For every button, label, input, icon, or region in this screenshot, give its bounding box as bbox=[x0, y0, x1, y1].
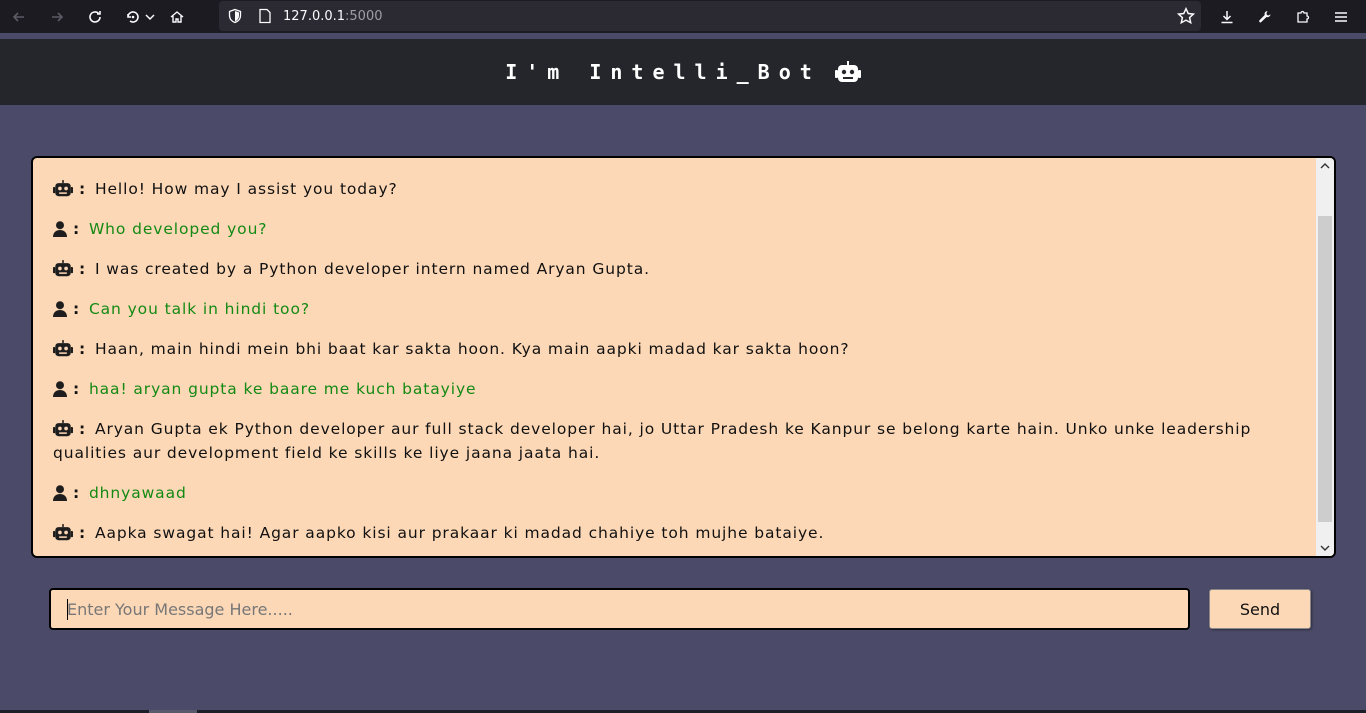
bot-message: : Haan, main hindi mein bhi baat kar sak… bbox=[53, 337, 1296, 361]
sender-separator: : bbox=[73, 300, 81, 318]
sender-separator: : bbox=[79, 180, 87, 198]
robot-icon bbox=[53, 180, 73, 197]
url-host: 127.0.0.1 bbox=[283, 8, 346, 24]
message-text: Hello! How may I assist you today? bbox=[94, 180, 398, 198]
sender-separator: : bbox=[79, 524, 87, 542]
message-text: Haan, main hindi mein bhi baat kar sakta… bbox=[94, 340, 850, 358]
url-port: :5000 bbox=[345, 8, 383, 24]
bot-message: : Aryan Gupta ek Python developer aur fu… bbox=[53, 417, 1296, 465]
scroll-up-button[interactable] bbox=[1316, 158, 1334, 174]
sender-separator: : bbox=[79, 340, 87, 358]
sender-separator: : bbox=[79, 260, 87, 278]
page-title: I'm Intelli_Bot bbox=[505, 60, 821, 84]
back-button[interactable] bbox=[0, 0, 38, 33]
message-text: Can you talk in hindi too? bbox=[88, 300, 310, 318]
forward-arrow-icon bbox=[52, 11, 64, 22]
download-icon bbox=[1221, 10, 1233, 23]
robot-icon bbox=[834, 61, 861, 83]
bot-message: : Hello! How may I assist you today? bbox=[53, 177, 1296, 201]
message-text: Aapka swagat hai! Agar aapko kisi aur pr… bbox=[94, 524, 825, 542]
address-bar[interactable]: 127.0.0.1:5000 bbox=[219, 1, 1201, 31]
message-input[interactable] bbox=[49, 588, 1190, 630]
devtools-button[interactable] bbox=[1246, 0, 1284, 33]
wrench-icon bbox=[1259, 10, 1271, 22]
robot-icon bbox=[53, 524, 73, 541]
sender-separator: : bbox=[73, 380, 81, 398]
history-dropdown[interactable] bbox=[142, 0, 158, 33]
home-icon bbox=[170, 10, 184, 23]
message-text: I was created by a Python developer inte… bbox=[94, 260, 650, 278]
robot-icon bbox=[53, 420, 73, 437]
back-arrow-icon bbox=[12, 11, 24, 22]
chevron-down-icon bbox=[145, 13, 155, 20]
chevron-down-icon bbox=[1320, 545, 1330, 551]
chat-window[interactable]: : Hello! How may I assist you today?: Wh… bbox=[31, 156, 1336, 558]
downloads-button[interactable] bbox=[1208, 0, 1246, 33]
user-message: : haa! aryan gupta ke baare me kuch bata… bbox=[53, 377, 1296, 401]
user-icon bbox=[53, 381, 67, 397]
robot-icon bbox=[53, 340, 73, 357]
user-icon bbox=[53, 221, 67, 237]
puzzle-icon bbox=[1297, 10, 1310, 23]
page-info-icon[interactable] bbox=[257, 8, 273, 24]
user-message: : Who developed you? bbox=[53, 217, 1296, 241]
robot-icon bbox=[53, 260, 73, 277]
browser-toolbar: 127.0.0.1:5000 bbox=[0, 0, 1366, 33]
chat-scrollbar[interactable] bbox=[1316, 158, 1334, 556]
forward-button[interactable] bbox=[38, 0, 76, 33]
bot-message: : Aapka swagat hai! Agar aapko kisi aur … bbox=[53, 521, 1296, 545]
message-text: Aryan Gupta ek Python developer aur full… bbox=[53, 420, 1252, 462]
sender-separator: : bbox=[73, 484, 81, 502]
scroll-down-button[interactable] bbox=[1316, 540, 1334, 556]
user-message: : dhnyawaad bbox=[53, 481, 1296, 505]
home-button[interactable] bbox=[158, 0, 196, 33]
history-icon bbox=[127, 10, 139, 23]
hamburger-menu-icon bbox=[1335, 11, 1347, 22]
message-text: Who developed you? bbox=[88, 220, 268, 238]
extensions-button[interactable] bbox=[1284, 0, 1322, 33]
text-caret bbox=[67, 599, 68, 620]
sender-separator: : bbox=[73, 220, 81, 238]
message-text: haa! aryan gupta ke baare me kuch batayi… bbox=[88, 380, 477, 398]
user-icon bbox=[53, 301, 67, 317]
reload-icon bbox=[89, 10, 101, 23]
chevron-up-icon bbox=[1320, 163, 1330, 169]
send-button[interactable]: Send bbox=[1209, 589, 1311, 629]
bookmark-star-icon[interactable] bbox=[1177, 7, 1195, 25]
url-text: 127.0.0.1:5000 bbox=[283, 9, 383, 24]
menu-button[interactable] bbox=[1322, 0, 1360, 33]
reload-button[interactable] bbox=[76, 0, 114, 33]
scrollbar-thumb[interactable] bbox=[1318, 216, 1332, 522]
app-header: I'm Intelli_Bot bbox=[0, 39, 1366, 105]
message-list: : Hello! How may I assist you today?: Wh… bbox=[33, 158, 1316, 556]
sender-separator: : bbox=[79, 420, 87, 438]
bot-message: : I was created by a Python developer in… bbox=[53, 257, 1296, 281]
user-icon bbox=[53, 485, 67, 501]
user-message: : Can you talk in hindi too? bbox=[53, 297, 1296, 321]
message-text: dhnyawaad bbox=[88, 484, 187, 502]
shield-icon[interactable] bbox=[227, 8, 243, 24]
